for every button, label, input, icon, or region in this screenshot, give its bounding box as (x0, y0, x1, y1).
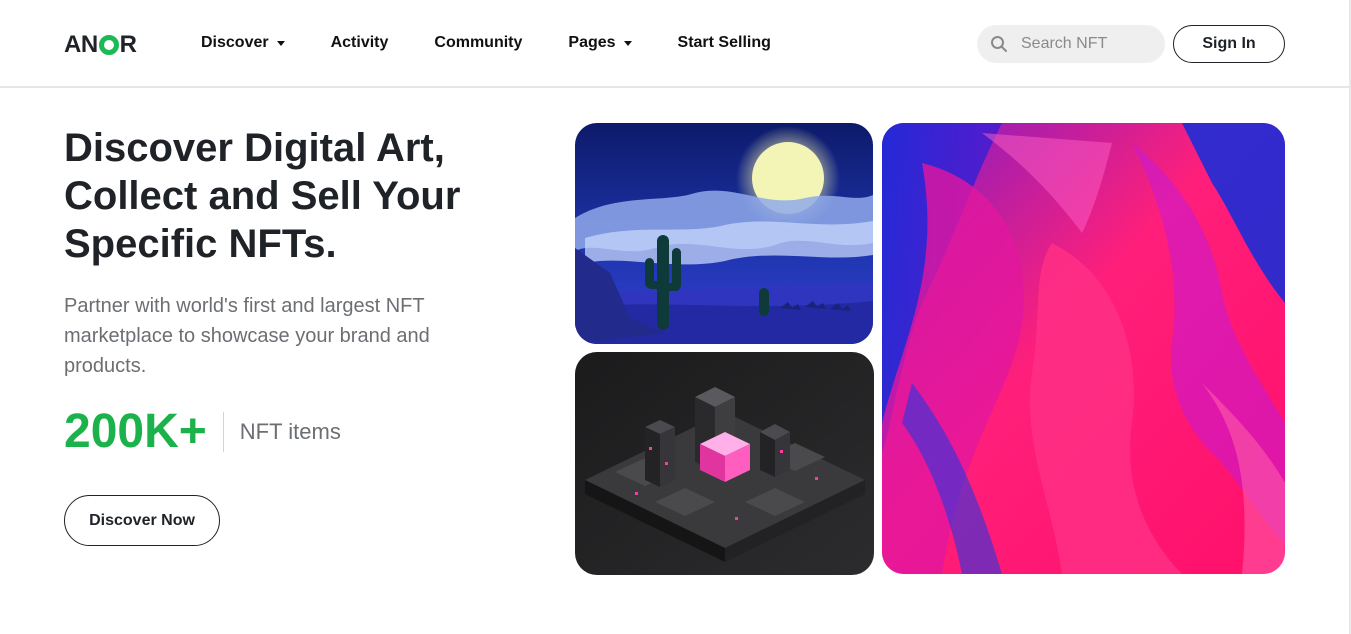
nav-discover-label: Discover (201, 34, 269, 51)
stat-label: NFT items (239, 419, 341, 444)
hero-title-line-3: Specific NFTs. (64, 222, 337, 266)
nav-start-selling-label: Start Selling (677, 34, 771, 51)
chevron-down-icon (623, 40, 632, 46)
nav-start-selling[interactable]: Start Selling (678, 32, 771, 54)
chevron-down-icon (276, 40, 285, 46)
nav-activity-label: Activity (330, 34, 389, 51)
hero-stats: 200K+ NFT items (64, 406, 341, 458)
search-box (977, 25, 1165, 63)
isometric-city-artwork[interactable] (575, 352, 874, 575)
search-icon (977, 35, 1021, 53)
stat-value: 200K+ (64, 405, 207, 458)
hero-title: Discover Digital Art, Collect and Sell Y… (64, 124, 534, 268)
nav-activity[interactable]: Activity (331, 32, 389, 54)
logo-text-left: AN (64, 31, 98, 58)
hero-subtitle: Partner with world's first and largest N… (64, 295, 430, 377)
stat-divider (222, 412, 224, 452)
sign-in-button[interactable]: Sign In (1173, 25, 1285, 63)
brand-logo[interactable]: AN R (64, 31, 137, 59)
nav-community-label: Community (434, 34, 523, 51)
logo-ring-icon (98, 35, 119, 55)
abstract-paint-artwork[interactable] (882, 123, 1285, 574)
hero-title-line-2: Collect and Sell Your (64, 174, 461, 218)
hero-title-line-1: Discover Digital Art, (64, 126, 445, 170)
nav-community[interactable]: Community (434, 32, 522, 54)
nav-discover[interactable]: Discover (201, 32, 285, 54)
discover-now-button[interactable]: Discover Now (64, 495, 220, 546)
site-header: AN R Discover Activity Community Pages St… (0, 0, 1351, 88)
nav-pages[interactable]: Pages (568, 32, 632, 54)
search-input[interactable] (1021, 35, 1151, 53)
nav-pages-label: Pages (568, 34, 616, 51)
main-nav: Discover Activity Community Pages Start … (201, 32, 817, 54)
logo-text-right: R (119, 31, 137, 58)
desert-moon-artwork[interactable] (575, 123, 873, 344)
